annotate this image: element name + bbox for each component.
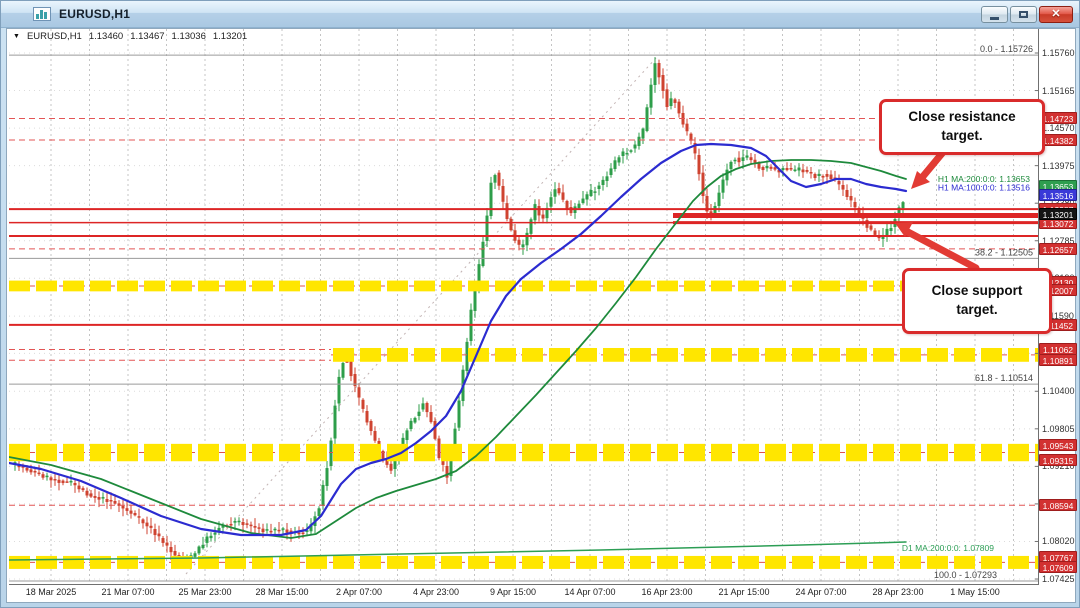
window-controls: ✕ [981,6,1073,23]
price-badge-ma-blue: 1.13516 [1039,189,1077,201]
header-symbol: EURUSD,H1 [27,31,82,42]
time-tick-label: 9 Apr 15:00 [490,587,536,597]
resistance-callout-box[interactable]: Close resistance target. [879,99,1045,155]
minimize-button[interactable] [981,6,1008,23]
application-window: EURUSD,H1 ✕ 0.0 - 1.15726 38.2 - 1.12505 6… [0,0,1080,608]
svg-text:D1 MA:200:0:0: 1.07809: D1 MA:200:0:0: 1.07809 [902,543,994,553]
maximize-icon [1019,11,1028,18]
price-tick-label: 1.15165 [1042,86,1075,96]
minimize-icon [990,17,999,20]
price-tick-label: 1.15760 [1042,48,1075,58]
svg-text:38.2 - 1.12505: 38.2 - 1.12505 [975,247,1033,257]
chart-icon [33,7,51,21]
svg-text:100.0 - 1.07293: 100.0 - 1.07293 [934,570,997,580]
price-badge-red: 1.07609 [1039,561,1077,573]
price-tick-label: 1.10400 [1042,386,1075,396]
time-tick-label: 28 Apr 23:00 [872,587,923,597]
price-badge-current: 1.13201 [1039,208,1077,220]
time-tick-label: 2 Apr 07:00 [336,587,382,597]
svg-text:61.8 - 1.10514: 61.8 - 1.10514 [975,373,1033,383]
price-tick-label: 1.08020 [1042,536,1075,546]
time-tick-label: 25 Mar 23:00 [178,587,231,597]
header-close: 1.13201 [213,31,247,42]
time-tick-label: 14 Apr 07:00 [564,587,615,597]
resistance-callout-text: Close resistance target. [890,108,1034,146]
maximize-button[interactable] [1010,6,1037,23]
svg-text:H1 MA:100:0:0: 1.13516: H1 MA:100:0:0: 1.13516 [938,183,1030,193]
svg-text:0.0 - 1.15726: 0.0 - 1.15726 [980,44,1033,54]
price-badge-red: 1.09315 [1039,454,1077,466]
time-tick-label: 4 Apr 23:00 [413,587,459,597]
header-open: 1.13460 [89,31,123,42]
price-badge-red: 1.10891 [1039,354,1077,366]
time-axis[interactable]: 18 Mar 2025 21 Mar 07:00 25 Mar 23:00 28 Ma… [1,587,1077,601]
time-tick-label: 21 Mar 07:00 [101,587,154,597]
price-tick-label: 1.07425 [1042,574,1075,584]
price-tick-label: 1.09805 [1042,424,1075,434]
support-callout-box[interactable]: Close support target. [902,268,1052,334]
time-tick-label: 24 Apr 07:00 [795,587,846,597]
price-tick-label: 1.13975 [1042,161,1075,171]
window-titlebar[interactable]: EURUSD,H1 ✕ [1,1,1080,28]
time-tick-label: 16 Apr 23:00 [641,587,692,597]
time-tick-label: 21 Apr 15:00 [718,587,769,597]
time-tick-label: 18 Mar 2025 [26,587,77,597]
chevron-down-icon[interactable]: ▼ [13,33,20,40]
close-icon: ✕ [1051,9,1060,20]
time-tick-label: 1 May 15:00 [950,587,1000,597]
price-badge-red: 1.09543 [1039,439,1077,451]
price-badge-red: 1.08594 [1039,499,1077,511]
header-low: 1.13036 [172,31,206,42]
window-title: EURUSD,H1 [59,7,130,21]
price-badge-red: 1.12657 [1039,243,1077,255]
chart-ohlc-header: ▼ EURUSD,H1 1.13460 1.13467 1.13036 1.13… [13,31,247,42]
header-high: 1.13467 [130,31,164,42]
time-tick-label: 28 Mar 15:00 [255,587,308,597]
support-callout-text: Close support target. [913,282,1041,320]
close-button[interactable]: ✕ [1039,6,1073,23]
